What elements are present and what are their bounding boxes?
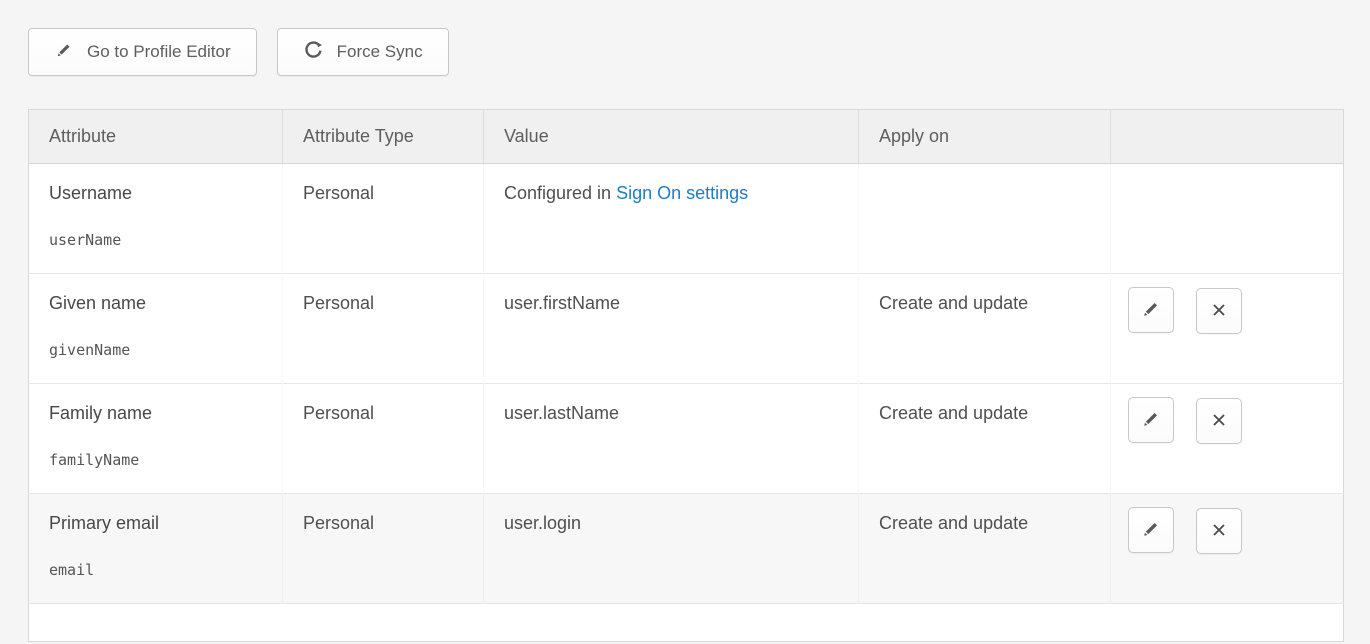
force-sync-button[interactable]: Force Sync bbox=[277, 28, 449, 76]
pencil-icon bbox=[1140, 298, 1162, 323]
close-icon bbox=[1209, 300, 1229, 323]
table-row-family-name: Family name familyName Personal user.las… bbox=[29, 384, 1344, 494]
apply-on-cell: Create and update bbox=[859, 274, 1111, 384]
go-to-profile-editor-label: Go to Profile Editor bbox=[87, 42, 231, 62]
header-attribute-type: Attribute Type bbox=[283, 110, 484, 164]
table-row-empty bbox=[29, 604, 1344, 642]
attribute-variable: givenName bbox=[49, 341, 272, 359]
attribute-type-cell: Personal bbox=[283, 274, 484, 384]
table-row-given-name: Given name givenName Personal user.first… bbox=[29, 274, 1344, 384]
delete-attribute-button[interactable] bbox=[1196, 508, 1242, 554]
table-row-username: Username userName Personal Configured in… bbox=[29, 164, 1344, 274]
actions-cell bbox=[1111, 274, 1344, 384]
refresh-icon bbox=[303, 39, 324, 65]
table-row-primary-email: Primary email email Personal user.login … bbox=[29, 494, 1344, 604]
attribute-type-cell: Personal bbox=[283, 494, 484, 604]
header-apply-on: Apply on bbox=[859, 110, 1111, 164]
attribute-variable: email bbox=[49, 561, 272, 579]
edit-attribute-button[interactable] bbox=[1128, 507, 1174, 553]
attribute-cell: Given name givenName bbox=[29, 274, 283, 384]
attribute-mappings-page: Go to Profile Editor Force Sync Attribut… bbox=[0, 0, 1370, 642]
header-value: Value bbox=[484, 110, 859, 164]
toolbar: Go to Profile Editor Force Sync bbox=[28, 28, 1343, 76]
attribute-variable: familyName bbox=[49, 451, 272, 469]
attribute-label: Username bbox=[49, 183, 272, 204]
actions-cell bbox=[1111, 494, 1344, 604]
close-icon bbox=[1209, 520, 1229, 543]
delete-attribute-button[interactable] bbox=[1196, 398, 1242, 444]
pencil-icon bbox=[1140, 518, 1162, 543]
value-cell: Configured in Sign On settings bbox=[484, 164, 859, 274]
actions-cell bbox=[1111, 384, 1344, 494]
pencil-icon bbox=[1140, 408, 1162, 433]
apply-on-cell: Create and update bbox=[859, 384, 1111, 494]
header-actions bbox=[1111, 110, 1344, 164]
empty-cell bbox=[29, 604, 1344, 642]
apply-on-cell: Create and update bbox=[859, 494, 1111, 604]
close-icon bbox=[1209, 410, 1229, 433]
attribute-label: Given name bbox=[49, 293, 272, 314]
attribute-cell: Username userName bbox=[29, 164, 283, 274]
actions-cell bbox=[1111, 164, 1344, 274]
table-header: Attribute Attribute Type Value Apply on bbox=[29, 110, 1344, 164]
go-to-profile-editor-button[interactable]: Go to Profile Editor bbox=[28, 28, 257, 76]
value-cell: user.login bbox=[484, 494, 859, 604]
attribute-variable: userName bbox=[49, 231, 272, 249]
force-sync-label: Force Sync bbox=[337, 42, 423, 62]
attribute-label: Primary email bbox=[49, 513, 272, 534]
value-cell: user.lastName bbox=[484, 384, 859, 494]
edit-attribute-button[interactable] bbox=[1128, 287, 1174, 333]
header-attribute: Attribute bbox=[29, 110, 283, 164]
attribute-label: Family name bbox=[49, 403, 272, 424]
pencil-icon bbox=[54, 40, 74, 65]
delete-attribute-button[interactable] bbox=[1196, 288, 1242, 334]
attribute-cell: Primary email email bbox=[29, 494, 283, 604]
attribute-type-cell: Personal bbox=[283, 384, 484, 494]
attribute-mapping-table: Attribute Attribute Type Value Apply on … bbox=[28, 109, 1344, 642]
edit-attribute-button[interactable] bbox=[1128, 397, 1174, 443]
apply-on-cell bbox=[859, 164, 1111, 274]
attribute-type-cell: Personal bbox=[283, 164, 484, 274]
sign-on-settings-link[interactable]: Sign On settings bbox=[616, 183, 748, 203]
value-text: Configured in bbox=[504, 183, 616, 203]
attribute-cell: Family name familyName bbox=[29, 384, 283, 494]
value-cell: user.firstName bbox=[484, 274, 859, 384]
